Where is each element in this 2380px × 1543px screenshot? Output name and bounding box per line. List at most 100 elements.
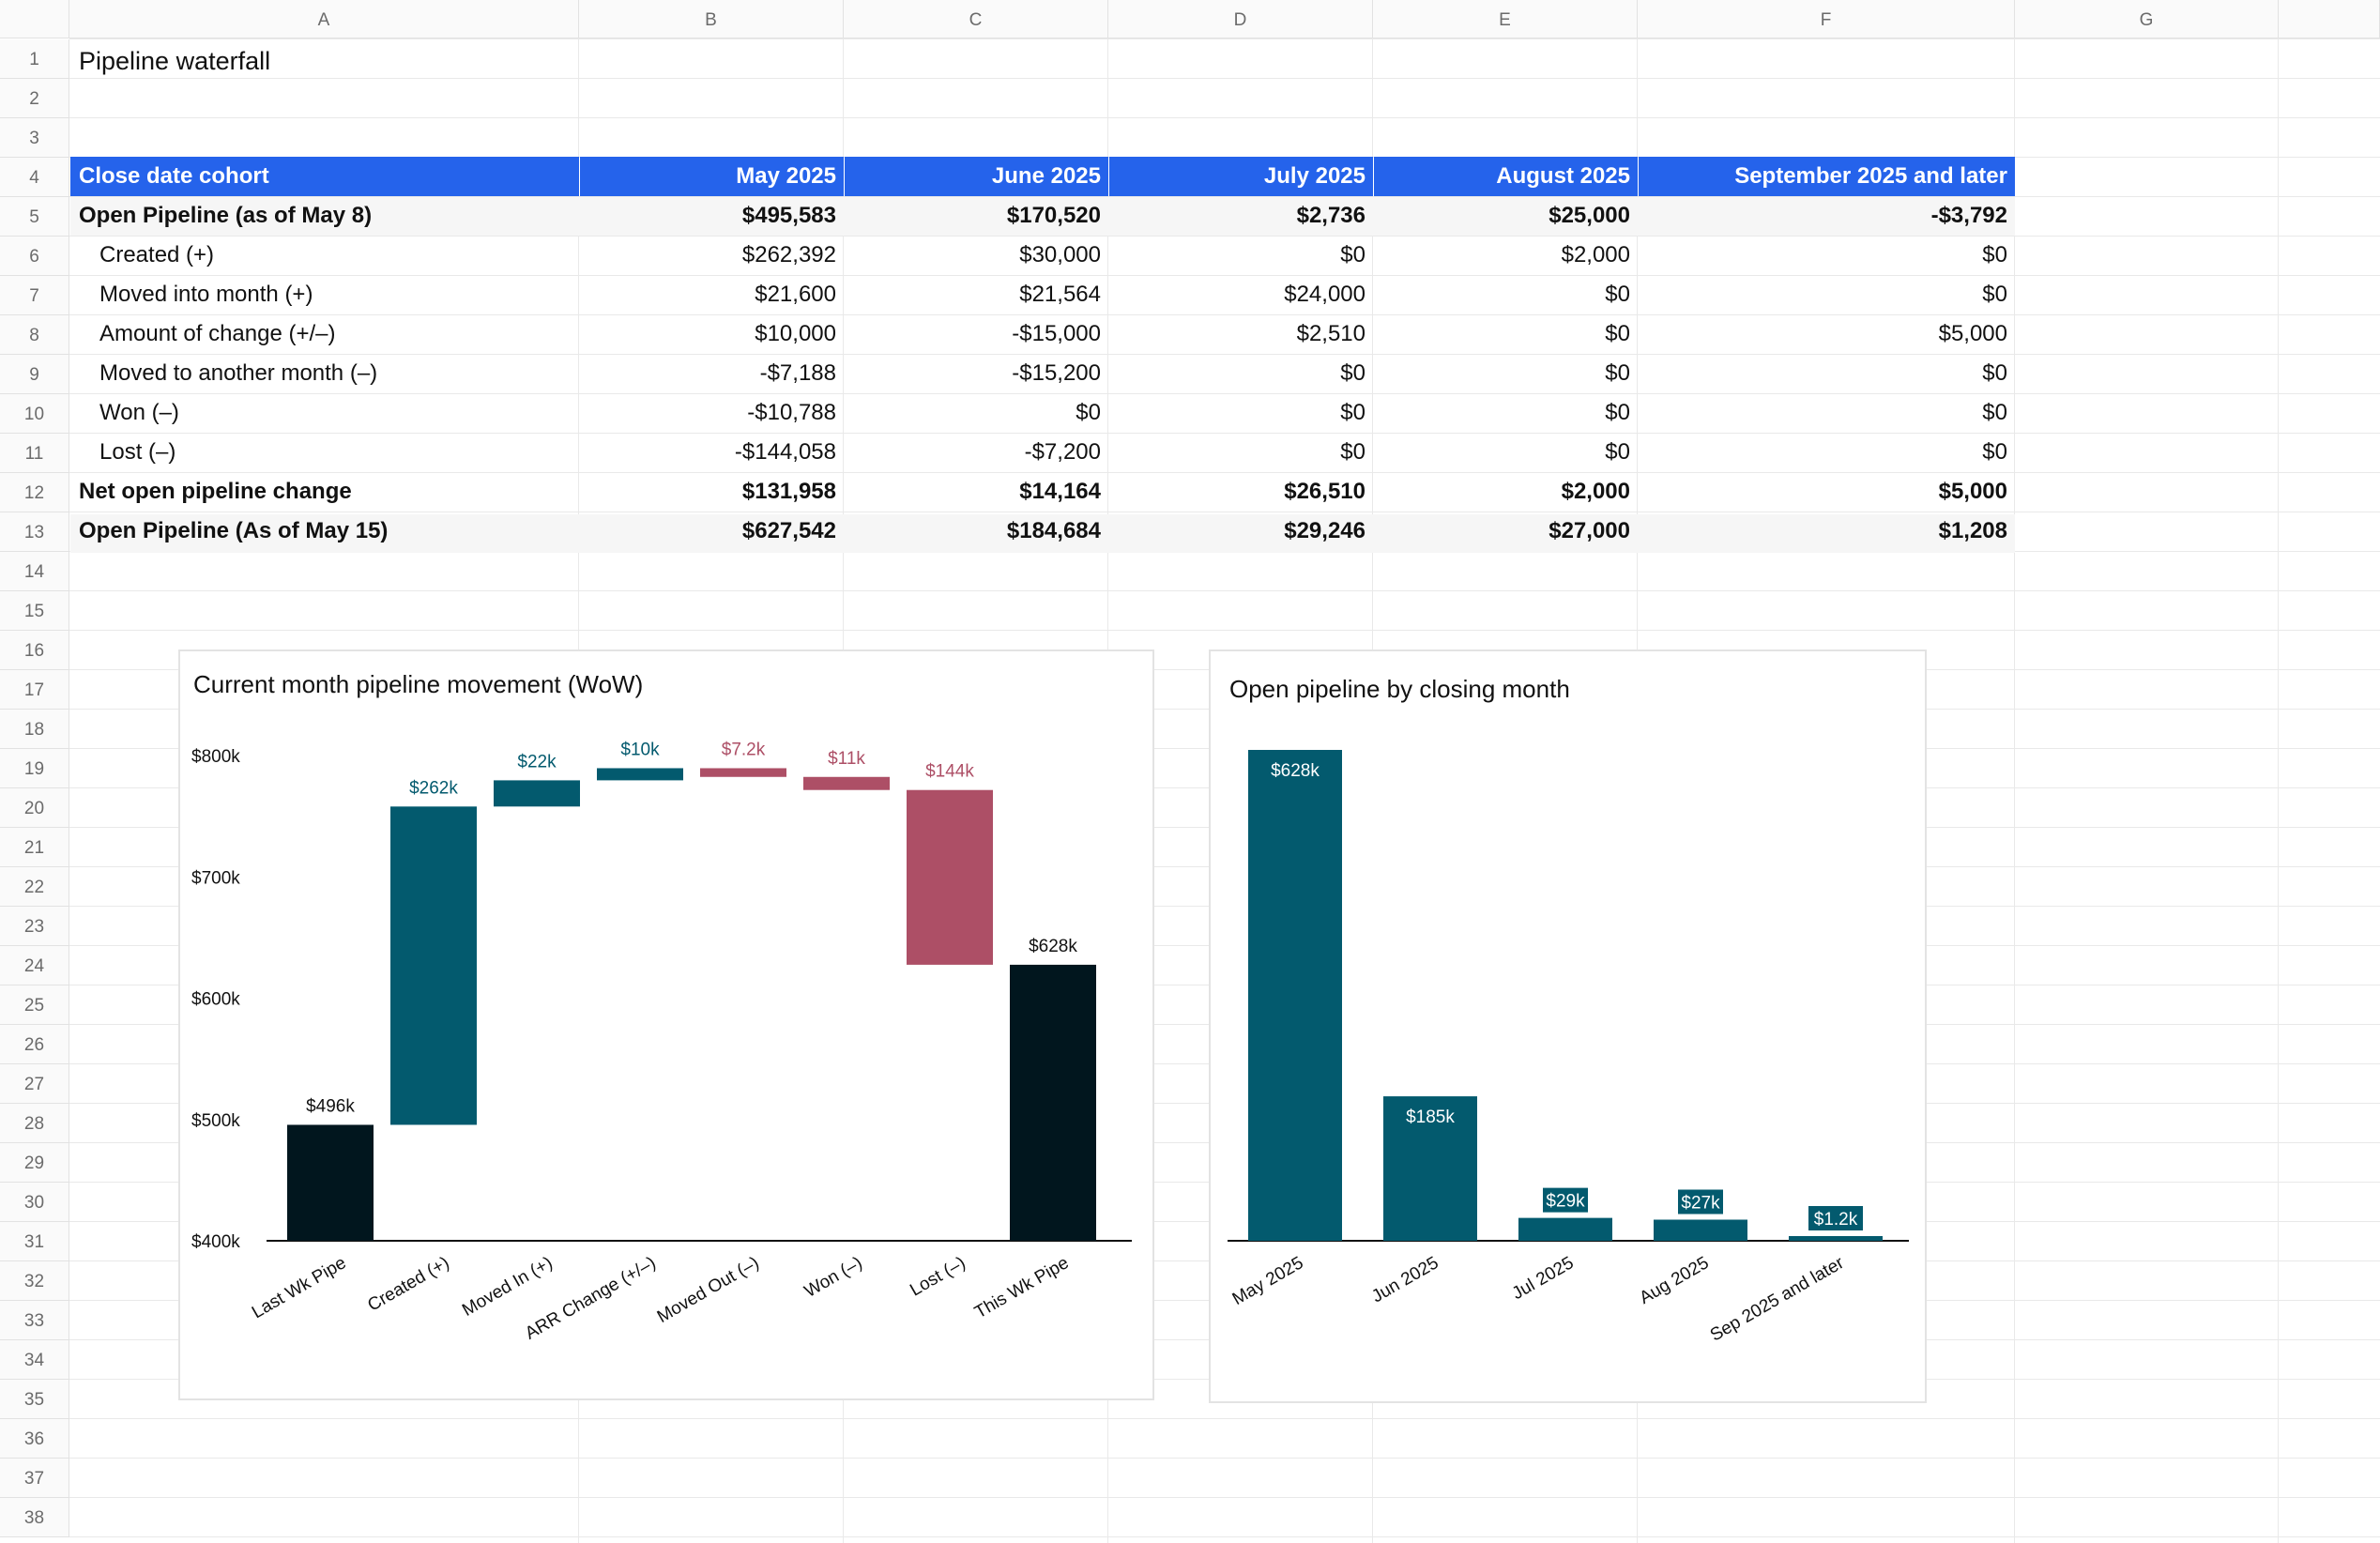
value-cell[interactable]: $0 bbox=[1109, 354, 1373, 393]
value-cell[interactable]: $1,208 bbox=[1639, 512, 2015, 551]
row-header-21[interactable]: 21 bbox=[0, 828, 69, 867]
value-cell[interactable]: $24,000 bbox=[1109, 275, 1373, 314]
value-cell[interactable]: $0 bbox=[845, 393, 1108, 433]
waterfall-chart-card[interactable]: Current month pipeline movement (WoW) $4… bbox=[178, 649, 1154, 1400]
row-header-16[interactable]: 16 bbox=[0, 631, 69, 670]
row-header-33[interactable]: 33 bbox=[0, 1301, 69, 1340]
value-cell[interactable]: $627,542 bbox=[580, 512, 844, 551]
row-label[interactable]: Open Pipeline (As of May 15) bbox=[70, 512, 579, 551]
value-cell[interactable]: $10,000 bbox=[580, 314, 844, 354]
row-header-37[interactable]: 37 bbox=[0, 1459, 69, 1498]
value-cell[interactable]: $495,583 bbox=[580, 196, 844, 236]
column-header-d[interactable]: D bbox=[1108, 0, 1373, 38]
row-header-3[interactable]: 3 bbox=[0, 118, 69, 158]
row-header-14[interactable]: 14 bbox=[0, 552, 69, 591]
row-header-34[interactable]: 34 bbox=[0, 1340, 69, 1380]
header-cell-3[interactable]: July 2025 bbox=[1109, 157, 1373, 196]
row-header-38[interactable]: 38 bbox=[0, 1498, 69, 1537]
value-cell[interactable]: $29,246 bbox=[1109, 512, 1373, 551]
column-header-b[interactable]: B bbox=[579, 0, 844, 38]
row-label[interactable]: Moved into month (+) bbox=[70, 275, 579, 314]
value-cell[interactable]: $25,000 bbox=[1374, 196, 1638, 236]
value-cell[interactable]: $5,000 bbox=[1639, 472, 2015, 512]
value-cell[interactable]: $0 bbox=[1639, 236, 2015, 275]
row-label[interactable]: Created (+) bbox=[70, 236, 579, 275]
column-header-e[interactable]: E bbox=[1373, 0, 1638, 38]
row-header-11[interactable]: 11 bbox=[0, 434, 69, 473]
row-header-28[interactable]: 28 bbox=[0, 1104, 69, 1143]
row-header-8[interactable]: 8 bbox=[0, 315, 69, 355]
value-cell[interactable]: $184,684 bbox=[845, 512, 1108, 551]
select-all-corner[interactable] bbox=[0, 0, 69, 38]
row-label[interactable]: Won (–) bbox=[70, 393, 579, 433]
row-header-22[interactable]: 22 bbox=[0, 867, 69, 907]
value-cell[interactable]: $2,736 bbox=[1109, 196, 1373, 236]
value-cell[interactable]: $21,600 bbox=[580, 275, 844, 314]
row-header-5[interactable]: 5 bbox=[0, 197, 69, 237]
row-header-19[interactable]: 19 bbox=[0, 749, 69, 788]
header-cell-0[interactable]: Close date cohort bbox=[70, 157, 579, 196]
value-cell[interactable]: -$3,792 bbox=[1639, 196, 2015, 236]
row-header-6[interactable]: 6 bbox=[0, 237, 69, 276]
value-cell[interactable]: $2,510 bbox=[1109, 314, 1373, 354]
row-header-36[interactable]: 36 bbox=[0, 1419, 69, 1459]
header-cell-4[interactable]: August 2025 bbox=[1374, 157, 1638, 196]
row-header-12[interactable]: 12 bbox=[0, 473, 69, 512]
row-header-7[interactable]: 7 bbox=[0, 276, 69, 315]
header-cell-2[interactable]: June 2025 bbox=[845, 157, 1108, 196]
row-header-27[interactable]: 27 bbox=[0, 1064, 69, 1104]
row-header-4[interactable]: 4 bbox=[0, 158, 69, 197]
sheet-title[interactable]: Pipeline waterfall bbox=[70, 41, 577, 81]
value-cell[interactable]: $0 bbox=[1374, 433, 1638, 472]
value-cell[interactable]: $0 bbox=[1374, 314, 1638, 354]
row-header-18[interactable]: 18 bbox=[0, 710, 69, 749]
value-cell[interactable]: -$7,200 bbox=[845, 433, 1108, 472]
row-header-35[interactable]: 35 bbox=[0, 1380, 69, 1419]
value-cell[interactable]: $131,958 bbox=[580, 472, 844, 512]
row-header-9[interactable]: 9 bbox=[0, 355, 69, 394]
row-label[interactable]: Lost (–) bbox=[70, 433, 579, 472]
value-cell[interactable]: -$144,058 bbox=[580, 433, 844, 472]
row-label[interactable]: Net open pipeline change bbox=[70, 472, 579, 512]
column-header-f[interactable]: F bbox=[1638, 0, 2015, 38]
value-cell[interactable]: $5,000 bbox=[1639, 314, 2015, 354]
value-cell[interactable]: $262,392 bbox=[580, 236, 844, 275]
column-header-g[interactable]: G bbox=[2015, 0, 2279, 38]
value-cell[interactable]: $0 bbox=[1374, 393, 1638, 433]
value-cell[interactable]: -$7,188 bbox=[580, 354, 844, 393]
row-label[interactable]: Moved to another month (–) bbox=[70, 354, 579, 393]
value-cell[interactable]: $0 bbox=[1374, 275, 1638, 314]
value-cell[interactable]: $26,510 bbox=[1109, 472, 1373, 512]
column-header-c[interactable]: C bbox=[844, 0, 1108, 38]
value-cell[interactable]: $27,000 bbox=[1374, 512, 1638, 551]
column-header-a[interactable]: A bbox=[69, 0, 579, 38]
row-header-10[interactable]: 10 bbox=[0, 394, 69, 434]
value-cell[interactable]: $0 bbox=[1639, 433, 2015, 472]
value-cell[interactable]: $0 bbox=[1639, 275, 2015, 314]
row-label[interactable]: Open Pipeline (as of May 8) bbox=[70, 196, 579, 236]
row-header-31[interactable]: 31 bbox=[0, 1222, 69, 1261]
value-cell[interactable]: -$15,000 bbox=[845, 314, 1108, 354]
row-label[interactable]: Amount of change (+/–) bbox=[70, 314, 579, 354]
row-header-13[interactable]: 13 bbox=[0, 512, 69, 552]
value-cell[interactable]: $0 bbox=[1639, 354, 2015, 393]
value-cell[interactable]: $0 bbox=[1109, 236, 1373, 275]
row-header-2[interactable]: 2 bbox=[0, 79, 69, 118]
row-header-15[interactable]: 15 bbox=[0, 591, 69, 631]
value-cell[interactable]: $30,000 bbox=[845, 236, 1108, 275]
value-cell[interactable]: $0 bbox=[1109, 393, 1373, 433]
row-header-24[interactable]: 24 bbox=[0, 946, 69, 985]
row-header-1[interactable]: 1 bbox=[0, 39, 69, 79]
closing-month-chart-card[interactable]: Open pipeline by closing month $628k May … bbox=[1209, 649, 1927, 1403]
value-cell[interactable]: $0 bbox=[1109, 433, 1373, 472]
row-header-25[interactable]: 25 bbox=[0, 985, 69, 1025]
value-cell[interactable]: $0 bbox=[1639, 393, 2015, 433]
header-cell-1[interactable]: May 2025 bbox=[580, 157, 844, 196]
row-header-23[interactable]: 23 bbox=[0, 907, 69, 946]
header-cell-5[interactable]: September 2025 and later bbox=[1639, 157, 2015, 196]
row-header-26[interactable]: 26 bbox=[0, 1025, 69, 1064]
value-cell[interactable]: $2,000 bbox=[1374, 472, 1638, 512]
row-header-20[interactable]: 20 bbox=[0, 788, 69, 828]
value-cell[interactable]: $2,000 bbox=[1374, 236, 1638, 275]
value-cell[interactable]: -$10,788 bbox=[580, 393, 844, 433]
